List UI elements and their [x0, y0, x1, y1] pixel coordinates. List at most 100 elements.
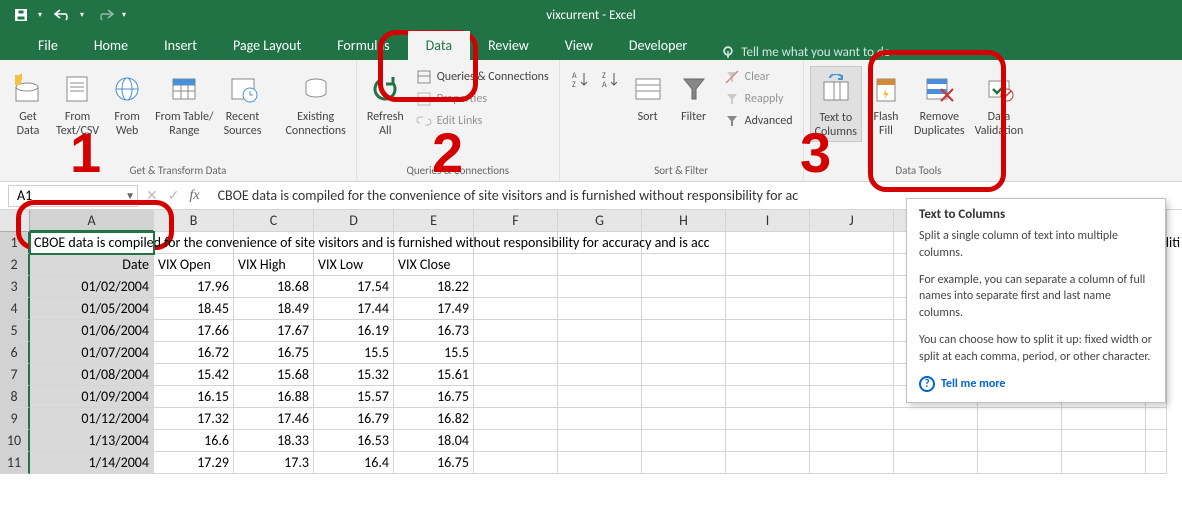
cell[interactable] — [474, 276, 558, 298]
cell[interactable]: 16.88 — [234, 386, 314, 408]
cell[interactable] — [726, 232, 810, 254]
cell[interactable]: 17.54 — [314, 276, 394, 298]
name-box[interactable]: A1 ▼ — [8, 185, 138, 207]
cell[interactable]: 18.49 — [234, 298, 314, 320]
cell[interactable] — [894, 408, 978, 430]
qat-dropdown-icon[interactable]: ▾ — [38, 10, 46, 20]
cell[interactable]: 18.33 — [234, 430, 314, 452]
data-validation-button[interactable]: DataValidation — [971, 66, 1028, 140]
filter-button[interactable]: Filter — [672, 66, 716, 126]
row-header[interactable]: 9 — [0, 408, 30, 430]
cell[interactable] — [810, 276, 894, 298]
cell[interactable]: 15.68 — [234, 364, 314, 386]
recent-sources-button[interactable]: RecentSources — [220, 66, 266, 140]
flash-fill-button[interactable]: FlashFill — [864, 66, 908, 140]
column-header[interactable]: D — [314, 210, 394, 232]
row-header[interactable]: 3 — [0, 276, 30, 298]
tab-view[interactable]: View — [547, 31, 611, 60]
row-header[interactable]: 5 — [0, 320, 30, 342]
cell[interactable] — [810, 408, 894, 430]
cell[interactable]: 16.82 — [394, 408, 474, 430]
cell[interactable]: 18.68 — [234, 276, 314, 298]
sort-desc-button[interactable]: ZA — [596, 66, 624, 92]
cell[interactable]: 17.46 — [234, 408, 314, 430]
sort-asc-button[interactable]: AZ — [566, 66, 594, 92]
cell[interactable]: 17.67 — [234, 320, 314, 342]
cell[interactable] — [1062, 430, 1146, 452]
fx-icon[interactable]: fx — [189, 188, 199, 204]
cell[interactable] — [642, 298, 726, 320]
cell[interactable]: 18.45 — [154, 298, 234, 320]
cell[interactable] — [558, 452, 642, 474]
cell[interactable]: 01/07/2004 — [30, 342, 154, 364]
cell[interactable] — [978, 430, 1062, 452]
cell[interactable]: 17.44 — [314, 298, 394, 320]
tab-insert[interactable]: Insert — [146, 31, 215, 60]
cell[interactable]: CBOE data is compiled for the convenienc… — [30, 232, 154, 254]
cell[interactable]: Date — [30, 254, 154, 276]
column-header[interactable]: F — [474, 210, 558, 232]
cell[interactable] — [558, 430, 642, 452]
cell[interactable] — [474, 254, 558, 276]
cell[interactable] — [474, 452, 558, 474]
cell[interactable]: 01/08/2004 — [30, 364, 154, 386]
cell[interactable]: 1/13/2004 — [30, 430, 154, 452]
advanced-button[interactable]: Advanced — [718, 110, 797, 132]
cell[interactable]: 17.29 — [154, 452, 234, 474]
get-data-button[interactable]: GetData — [6, 66, 50, 140]
cell[interactable]: VIX High — [234, 254, 314, 276]
cell[interactable]: 16.75 — [234, 342, 314, 364]
column-header[interactable]: J — [810, 210, 894, 232]
row-header[interactable]: 6 — [0, 342, 30, 364]
cell[interactable]: 16.4 — [314, 452, 394, 474]
cell[interactable] — [642, 408, 726, 430]
cell[interactable] — [726, 430, 810, 452]
save-icon[interactable] — [8, 2, 34, 28]
cell[interactable] — [1146, 430, 1167, 452]
cell[interactable] — [810, 320, 894, 342]
cell[interactable] — [810, 386, 894, 408]
cell[interactable] — [894, 430, 978, 452]
cell[interactable]: VIX Low — [314, 254, 394, 276]
tab-file[interactable]: File — [20, 31, 76, 60]
cell[interactable] — [726, 254, 810, 276]
cell[interactable]: 01/09/2004 — [30, 386, 154, 408]
tab-page-layout[interactable]: Page Layout — [215, 31, 319, 60]
column-header[interactable]: I — [726, 210, 810, 232]
tab-home[interactable]: Home — [76, 31, 146, 60]
cell[interactable] — [642, 254, 726, 276]
cell[interactable] — [726, 364, 810, 386]
cell[interactable] — [1062, 452, 1146, 474]
cell[interactable] — [726, 276, 810, 298]
row-header[interactable]: 1 — [0, 232, 30, 254]
cell[interactable]: 16.6 — [154, 430, 234, 452]
cell[interactable] — [978, 408, 1062, 430]
name-box-dropdown-icon[interactable]: ▼ — [125, 189, 135, 202]
cell[interactable] — [810, 232, 894, 254]
properties-button[interactable]: Properties — [410, 88, 553, 110]
cell[interactable] — [726, 386, 810, 408]
cell[interactable] — [894, 452, 978, 474]
cell[interactable] — [642, 276, 726, 298]
cell[interactable] — [1146, 452, 1167, 474]
tab-formulas[interactable]: Formulas — [319, 31, 407, 60]
row-header[interactable]: 7 — [0, 364, 30, 386]
cell[interactable] — [558, 298, 642, 320]
cell[interactable] — [558, 320, 642, 342]
cell[interactable] — [558, 254, 642, 276]
column-header[interactable]: A — [30, 210, 154, 232]
column-header[interactable]: G — [558, 210, 642, 232]
cell[interactable]: 15.42 — [154, 364, 234, 386]
cell[interactable]: 16.72 — [154, 342, 234, 364]
enter-icon[interactable]: ✓ — [168, 187, 180, 204]
reapply-button[interactable]: Reapply — [718, 88, 797, 110]
cell[interactable]: 17.3 — [234, 452, 314, 474]
refresh-all-button[interactable]: RefreshAll — [363, 66, 408, 140]
cell[interactable]: 16.75 — [394, 386, 474, 408]
tab-data[interactable]: Data — [408, 31, 470, 60]
cancel-icon[interactable]: ✕ — [146, 187, 158, 204]
cell[interactable] — [474, 320, 558, 342]
from-table-range-button[interactable]: From Table/Range — [151, 66, 217, 140]
cell[interactable]: 17.66 — [154, 320, 234, 342]
cell[interactable]: 16.73 — [394, 320, 474, 342]
